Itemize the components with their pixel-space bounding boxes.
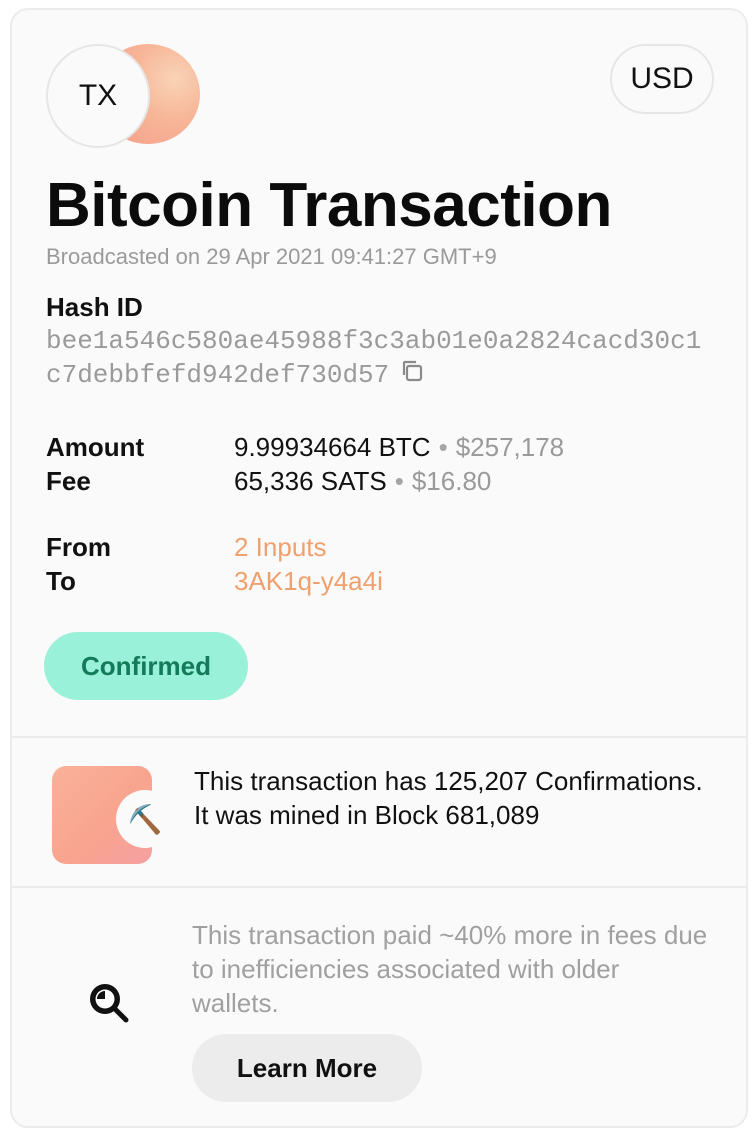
page-title: Bitcoin Transaction bbox=[46, 171, 612, 240]
pickaxe-icon: ⛏️ bbox=[116, 790, 174, 848]
currency-toggle-button[interactable]: USD bbox=[610, 44, 714, 114]
fee-value: 65,336 SATS bbox=[234, 466, 387, 496]
to-row: To 3AK1q-y4a4i bbox=[46, 566, 383, 597]
fee-notice-text: This transaction paid ~40% more in fees … bbox=[192, 920, 708, 1018]
hash-id-value[interactable]: bee1a546c580ae45988f3c3ab01e0a2824cacd30… bbox=[46, 324, 716, 392]
to-address-link[interactable]: 3AK1q-y4a4i bbox=[234, 566, 383, 597]
broadcast-timestamp: Broadcasted on 29 Apr 2021 09:41:27 GMT+… bbox=[46, 244, 497, 269]
fee-separator: • bbox=[394, 466, 404, 496]
magnifier-icon bbox=[90, 984, 129, 1023]
amount-label: Amount bbox=[46, 432, 145, 462]
tx-badge-label: TX bbox=[46, 44, 150, 148]
learn-more-button[interactable]: Learn More bbox=[192, 1034, 422, 1102]
amount-fiat: $257,178 bbox=[455, 432, 565, 462]
to-label: To bbox=[46, 566, 76, 596]
fee-label: Fee bbox=[46, 466, 91, 496]
from-row: From 2 Inputs bbox=[46, 532, 327, 563]
from-label: From bbox=[46, 532, 111, 562]
tx-badge: TX bbox=[46, 44, 200, 148]
hash-id-text[interactable]: bee1a546c580ae45988f3c3ab01e0a2824cacd30… bbox=[46, 326, 701, 390]
divider bbox=[12, 886, 746, 888]
amount-value: 9.99934664 BTC bbox=[234, 432, 431, 462]
amount-separator: • bbox=[438, 432, 448, 462]
amount-row: Amount 9.99934664 BTC • $257,178 bbox=[46, 432, 564, 463]
status-badge: Confirmed bbox=[44, 632, 248, 700]
transaction-card: TX USD Bitcoin Transaction Broadcasted o… bbox=[10, 8, 748, 1128]
fee-fiat: $16.80 bbox=[411, 466, 492, 496]
hash-id-label: Hash ID bbox=[46, 292, 143, 322]
fee-row: Fee 65,336 SATS • $16.80 bbox=[46, 466, 491, 497]
confirmations-text: This transaction has 125,207 Confirmatio… bbox=[194, 766, 703, 830]
from-inputs-link[interactable]: 2 Inputs bbox=[234, 532, 327, 563]
divider bbox=[12, 736, 746, 738]
copy-icon[interactable] bbox=[399, 358, 425, 384]
